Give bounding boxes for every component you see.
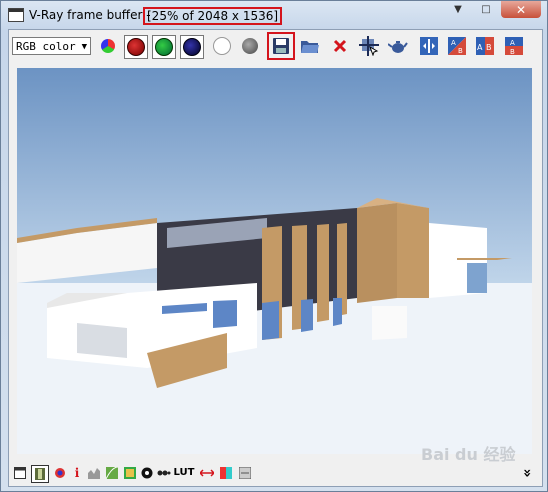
rgb-circle-icon (101, 39, 115, 53)
green-channel-button[interactable] (152, 35, 176, 59)
clear-image-button[interactable] (329, 35, 351, 57)
cursor-crosshair-icon (359, 36, 379, 56)
ab-vertical-icon: A B (505, 37, 523, 55)
watermark: Bai du 经验 (421, 445, 516, 464)
pixel-aspect-icon[interactable] (199, 465, 215, 481)
close-button[interactable]: ✕ (501, 1, 541, 18)
red-dot-icon (127, 38, 145, 56)
load-image-button[interactable] (299, 35, 321, 57)
status-bar: i LUT » (9, 462, 542, 484)
history-window-icon[interactable] (13, 465, 27, 481)
minimize-button[interactable]: ▼ (445, 1, 471, 18)
toolbar: RGB color ▼ A B A B A B (9, 30, 542, 64)
compare-icon (420, 37, 438, 55)
maximize-button[interactable]: □ (473, 1, 499, 18)
lut-button[interactable]: LUT (173, 465, 195, 481)
blue-channel-button[interactable] (180, 35, 204, 59)
srgb-icon[interactable] (157, 465, 171, 481)
alpha-channel-button[interactable] (211, 35, 233, 57)
ab-icon: A B (476, 37, 494, 55)
ab-compare-button[interactable] (418, 35, 440, 57)
stereo-icon[interactable] (219, 465, 233, 481)
film-strip-icon[interactable] (31, 465, 49, 483)
blue-dot-icon (183, 38, 201, 56)
svg-text:B: B (510, 48, 515, 55)
svg-text:A: A (510, 39, 515, 47)
ab-a-button[interactable]: A B (474, 35, 496, 57)
image-resolution-info: [25% of 2048 x 1536] (143, 7, 283, 25)
svg-text:B: B (486, 43, 492, 52)
levels-icon[interactable] (87, 465, 101, 481)
duplicate-to-mtl-button[interactable] (358, 35, 380, 57)
white-dot-icon (213, 37, 231, 55)
render-last-button[interactable] (387, 35, 409, 57)
window-title: V-Ray frame buffer - (29, 8, 151, 22)
channel-select[interactable]: RGB color ▼ (12, 37, 91, 55)
open-folder-icon (301, 41, 319, 53)
info-icon[interactable]: i (72, 465, 82, 481)
app-window-icon (8, 8, 24, 22)
channel-select-value: RGB color (16, 40, 76, 53)
title-bar[interactable]: V-Ray frame buffer - [25% of 2048 x 1536… (1, 1, 547, 31)
ab-b-button[interactable]: A B (503, 35, 525, 57)
red-channel-button[interactable] (124, 35, 148, 59)
expand-panel-button[interactable]: » (519, 465, 535, 481)
vray-frame-buffer-window: V-Ray frame buffer - [25% of 2048 x 1536… (0, 0, 548, 492)
mono-button[interactable] (239, 35, 261, 57)
curve-icon[interactable] (105, 465, 119, 481)
grey-dot-icon (242, 38, 258, 54)
teapot-icon (388, 41, 408, 53)
ab-horizontal-icon: A B (448, 37, 466, 55)
save-image-button[interactable] (267, 32, 295, 60)
ab-horizontal-button[interactable]: A B (446, 35, 468, 57)
frame-buffer-client: RGB color ▼ A B A B A B i LUT » (8, 29, 543, 487)
compare-channels-icon[interactable] (238, 465, 252, 481)
color-corrections-icon[interactable] (53, 465, 67, 481)
exposure-icon[interactable] (140, 465, 154, 481)
svg-text:A: A (477, 43, 483, 52)
svg-text:A: A (451, 39, 456, 47)
svg-text:B: B (458, 47, 463, 55)
floppy-disk-icon (273, 38, 289, 54)
red-x-icon (333, 39, 347, 53)
green-dot-icon (155, 38, 173, 56)
rendered-building-image (17, 68, 532, 454)
rgb-channels-button[interactable] (97, 35, 119, 57)
chevron-down-icon: ▼ (81, 42, 87, 52)
render-image-view[interactable] (17, 68, 532, 454)
background-image-icon[interactable] (123, 465, 137, 481)
